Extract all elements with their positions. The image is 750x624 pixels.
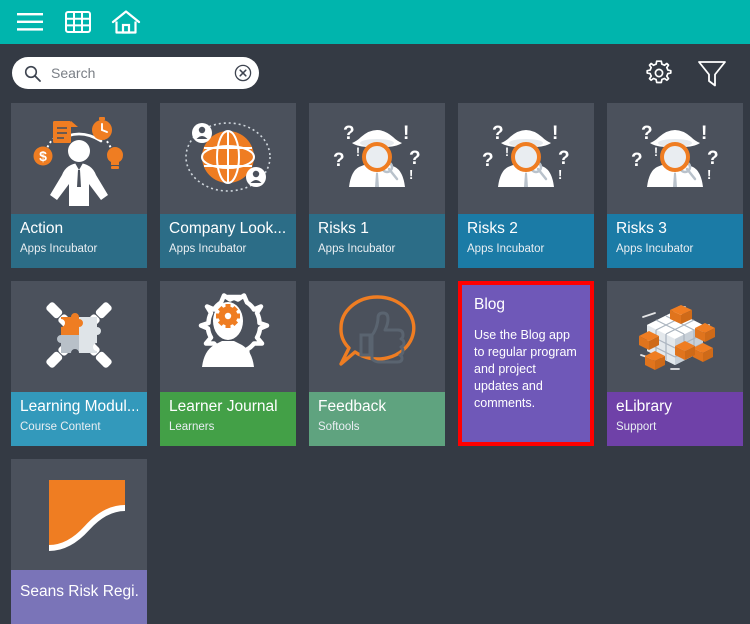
tile-risks-3[interactable]: ? ! ? ? ! ! Risks 3 Apps Incubator bbox=[607, 103, 743, 268]
svg-text:?: ? bbox=[482, 150, 494, 171]
tile-elibrary[interactable]: eLibrary Support bbox=[607, 281, 743, 446]
svg-text:?: ? bbox=[641, 123, 653, 144]
svg-text:!: ! bbox=[552, 123, 558, 144]
tile-description: Use the Blog app to regular program and … bbox=[474, 328, 577, 410]
tile-title: Blog bbox=[474, 296, 506, 313]
menu-icon[interactable] bbox=[10, 2, 50, 42]
svg-text:?: ? bbox=[409, 148, 421, 169]
cube-blocks-icon bbox=[607, 281, 743, 392]
tile-action[interactable]: $ Action Apps Incubator bbox=[11, 103, 147, 268]
svg-text:!: ! bbox=[356, 145, 360, 159]
search-box[interactable] bbox=[12, 57, 259, 89]
orange-curve-chart-icon bbox=[11, 459, 147, 570]
top-bar bbox=[0, 0, 750, 44]
head-gear-icon bbox=[160, 281, 296, 392]
svg-text:?: ? bbox=[492, 123, 504, 144]
puzzle-chain-icon bbox=[11, 281, 147, 392]
svg-text:?: ? bbox=[333, 150, 345, 171]
tile-title: eLibrary bbox=[616, 398, 672, 415]
tile-subtitle: Course Content bbox=[20, 421, 101, 433]
tile-title: Learning Modul... bbox=[20, 398, 138, 415]
tile-feedback[interactable]: Feedback Softools bbox=[309, 281, 445, 446]
tile-seans-risk-register[interactable]: Seans Risk Regi... bbox=[11, 459, 147, 624]
tile-footer: Risks 1 Apps Incubator bbox=[309, 214, 445, 268]
tile-subtitle: Support bbox=[616, 421, 657, 433]
thumbs-up-icon bbox=[309, 281, 445, 392]
svg-text:!: ! bbox=[654, 145, 658, 159]
tile-blog[interactable]: Blog Use the Blog app to regular program… bbox=[458, 281, 594, 446]
filter-icon[interactable] bbox=[696, 57, 728, 89]
svg-text:!: ! bbox=[558, 167, 562, 182]
globe-network-icon bbox=[160, 103, 296, 214]
tile-risks-1[interactable]: ? ! ? ? ! ! Risks 1 Apps Incubator bbox=[309, 103, 445, 268]
tile-footer: Action Apps Incubator bbox=[11, 214, 147, 268]
tile-subtitle: Apps Incubator bbox=[169, 243, 247, 255]
grid-icon[interactable] bbox=[58, 2, 98, 42]
tile-subtitle: Apps Incubator bbox=[20, 243, 98, 255]
tile-subtitle: Softools bbox=[318, 421, 360, 433]
svg-text:!: ! bbox=[707, 167, 711, 182]
detective-icon: ? ! ? ? ! ! bbox=[309, 103, 445, 214]
tile-subtitle: Learners bbox=[169, 421, 215, 433]
svg-text:?: ? bbox=[343, 123, 355, 144]
svg-text:?: ? bbox=[631, 150, 643, 171]
header-actions bbox=[644, 57, 736, 89]
tile-title: Feedback bbox=[318, 398, 387, 415]
tile-learning-modules[interactable]: Learning Modul... Course Content bbox=[11, 281, 147, 446]
clear-circle-icon[interactable] bbox=[234, 64, 252, 82]
home-icon[interactable] bbox=[106, 2, 146, 42]
tile-learner-journal[interactable]: Learner Journal Learners bbox=[160, 281, 296, 446]
tile-title: Company Look... bbox=[169, 220, 287, 237]
tile-footer: Seans Risk Regi... bbox=[11, 570, 147, 624]
svg-text:?: ? bbox=[558, 148, 570, 169]
tile-grid: $ Action Apps Incubator Company Look... … bbox=[11, 103, 747, 624]
tile-title: Risks 3 bbox=[616, 220, 667, 237]
detective-icon: ? ! ? ? ! ! bbox=[458, 103, 594, 214]
action-person-icon: $ bbox=[11, 103, 147, 214]
tile-footer: Company Look... Apps Incubator bbox=[160, 214, 296, 268]
tile-footer: Feedback Softools bbox=[309, 392, 445, 446]
tile-title: Action bbox=[20, 220, 64, 237]
tile-title: Seans Risk Regi... bbox=[20, 583, 138, 600]
tile-footer: Learner Journal Learners bbox=[160, 392, 296, 446]
settings-icon[interactable] bbox=[644, 58, 674, 88]
tile-title: Risks 1 bbox=[318, 220, 369, 237]
tile-footer: eLibrary Support bbox=[607, 392, 743, 446]
tile-title: Risks 2 bbox=[467, 220, 518, 237]
tile-subtitle: Apps Incubator bbox=[467, 243, 545, 255]
svg-text:?: ? bbox=[707, 148, 719, 169]
tile-footer: Risks 2 Apps Incubator bbox=[458, 214, 594, 268]
tile-footer: Learning Modul... Course Content bbox=[11, 392, 147, 446]
tile-company-lookup[interactable]: Company Look... Apps Incubator bbox=[160, 103, 296, 268]
svg-text:!: ! bbox=[701, 123, 707, 144]
detective-icon: ? ! ? ? ! ! bbox=[607, 103, 743, 214]
tile-subtitle: Apps Incubator bbox=[616, 243, 694, 255]
tile-title: Learner Journal bbox=[169, 398, 278, 415]
tile-subtitle: Apps Incubator bbox=[318, 243, 396, 255]
search-icon bbox=[24, 65, 41, 82]
svg-text:!: ! bbox=[505, 145, 509, 159]
search-row bbox=[0, 44, 750, 102]
tile-risks-2[interactable]: ? ! ? ? ! ! Risks 2 Apps Incubator bbox=[458, 103, 594, 268]
search-input[interactable] bbox=[41, 64, 234, 82]
svg-text:!: ! bbox=[403, 123, 409, 144]
svg-text:$: $ bbox=[39, 148, 47, 164]
tile-footer: Risks 3 Apps Incubator bbox=[607, 214, 743, 268]
svg-text:!: ! bbox=[409, 167, 413, 182]
